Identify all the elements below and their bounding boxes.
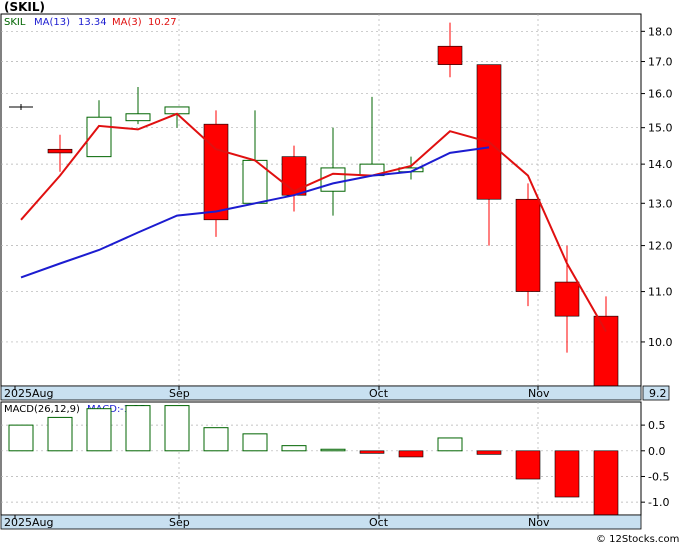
legend-ma3-value: 10.27 [148,17,177,28]
chart-title: (SKIL) [4,0,45,14]
macd-y-axis: 0.5 0.0 -0.5 -1.0 [641,419,669,509]
stock-chart: (SKIL) SKIL MA(13) 13.34 MA(3) 10.27 10.… [0,0,679,545]
macd-legend: MACD(26,12,9) MACD: -1.25 [4,404,146,415]
macd-tick-label: -1.0 [648,496,669,509]
macd-bar [281,445,307,452]
legend-ma3: MA(3) [112,17,142,28]
macd-bar [164,405,190,452]
macd-bar [359,450,385,454]
macd-tick-label: -0.5 [648,470,669,483]
candle-body [476,64,502,200]
last-price-box: 9.2 [642,385,670,401]
macd-bar [593,450,619,516]
price-y-axis: 10.0 11.0 12.0 13.0 14.0 15.0 16.0 17.0 18.0 [641,25,673,349]
price-tick-label: 13.0 [648,197,673,210]
x-axis-label: 2025Aug [4,516,53,529]
candle-body [515,198,541,292]
macd-bar [398,450,424,458]
price-tick-label: 15.0 [648,122,673,135]
x-axis-label: 2025Aug [4,387,53,400]
macd-bar [242,433,268,452]
price-panel [0,13,642,387]
legend-ma13-value: 13.34 [78,17,107,28]
price-tick-label: 10.0 [648,336,673,349]
macd-legend-main: MACD(26,12,9) [4,404,80,415]
candle-body [203,123,229,221]
candle-body [593,315,619,387]
macd-tick-label: 0.0 [648,445,666,458]
macd-bar [437,437,463,452]
macd-tick-label: 0.5 [648,419,666,432]
candle-body [125,113,151,122]
candle-body [281,156,307,196]
macd-bar [554,450,580,498]
macd-bar [86,408,112,452]
candle-body [320,167,346,192]
legend-ma13: MA(13) [34,17,70,28]
watermark: © 12Stocks.com [596,534,679,545]
macd-bar [203,427,229,452]
price-tick-label: 14.0 [648,158,673,171]
legend-symbol: SKIL [4,17,26,28]
price-tick-label: 16.0 [648,88,673,101]
price-tick-label: 12.0 [648,240,673,253]
candle-body [437,45,463,65]
macd-bar [8,424,34,452]
price-tick-label: 18.0 [648,25,673,38]
macd-bar [476,450,502,455]
x-axis-label: Nov [528,387,550,400]
price-tick-label: 17.0 [648,56,673,69]
macd-bar [515,450,541,480]
macd-bar [320,448,346,452]
macd-bar [47,416,73,452]
candle-body [554,281,580,317]
price-tick-label: 11.0 [648,286,673,299]
macd-bar [125,405,151,452]
candle-body [47,148,73,154]
x-axis-label: Nov [528,516,550,529]
last-price-label: 9.2 [649,387,667,400]
